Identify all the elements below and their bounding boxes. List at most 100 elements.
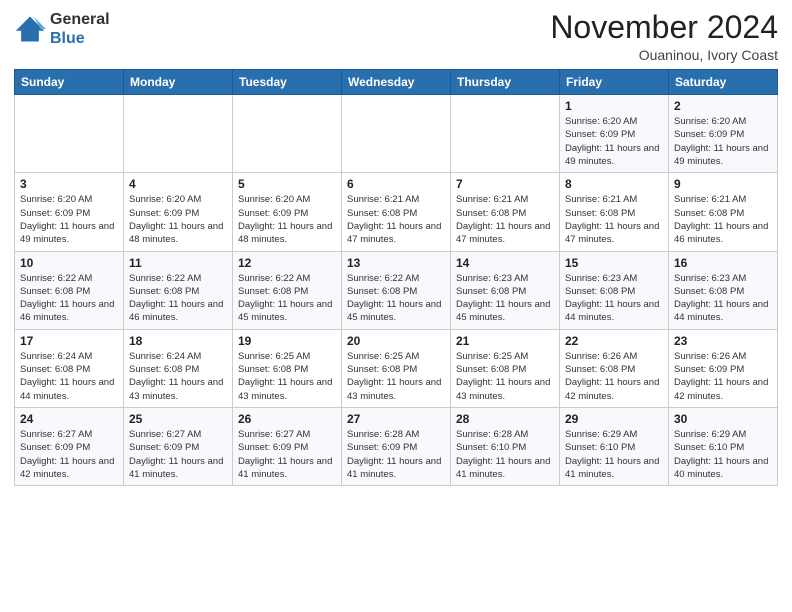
day-info: Sunrise: 6:22 AM Sunset: 6:08 PM Dayligh… bbox=[20, 272, 118, 325]
calendar-cell bbox=[233, 95, 342, 173]
day-info: Sunrise: 6:20 AM Sunset: 6:09 PM Dayligh… bbox=[674, 115, 772, 168]
day-info: Sunrise: 6:22 AM Sunset: 6:08 PM Dayligh… bbox=[347, 272, 445, 325]
day-number: 3 bbox=[20, 177, 118, 191]
day-header: Sunday bbox=[15, 70, 124, 95]
day-number: 7 bbox=[456, 177, 554, 191]
day-info: Sunrise: 6:23 AM Sunset: 6:08 PM Dayligh… bbox=[456, 272, 554, 325]
day-info: Sunrise: 6:22 AM Sunset: 6:08 PM Dayligh… bbox=[238, 272, 336, 325]
day-info: Sunrise: 6:25 AM Sunset: 6:08 PM Dayligh… bbox=[347, 350, 445, 403]
calendar-cell: 20Sunrise: 6:25 AM Sunset: 6:08 PM Dayli… bbox=[342, 329, 451, 407]
day-info: Sunrise: 6:27 AM Sunset: 6:09 PM Dayligh… bbox=[129, 428, 227, 481]
day-info: Sunrise: 6:28 AM Sunset: 6:09 PM Dayligh… bbox=[347, 428, 445, 481]
header: General Blue November 2024 Ouaninou, Ivo… bbox=[14, 10, 778, 63]
day-number: 12 bbox=[238, 256, 336, 270]
day-number: 8 bbox=[565, 177, 663, 191]
calendar-week-row: 3 Sunrise: 6:20 AM Sunset: 6:09 PM Daylig… bbox=[15, 173, 778, 251]
day-number: 11 bbox=[129, 256, 227, 270]
day-info: Sunrise: 6:20 AM Sunset: 6:09 PM Dayligh… bbox=[238, 193, 336, 246]
calendar-cell: 26Sunrise: 6:27 AM Sunset: 6:09 PM Dayli… bbox=[233, 407, 342, 485]
day-number: 5 bbox=[238, 177, 336, 191]
day-header: Monday bbox=[124, 70, 233, 95]
day-number: 4 bbox=[129, 177, 227, 191]
header-right: November 2024 Ouaninou, Ivory Coast bbox=[550, 10, 778, 63]
calendar-cell bbox=[451, 95, 560, 173]
day-info: Sunrise: 6:20 AM Sunset: 6:09 PM Dayligh… bbox=[129, 193, 227, 246]
calendar-cell bbox=[15, 95, 124, 173]
day-number: 24 bbox=[20, 412, 118, 426]
calendar-cell: 23 Sunrise: 6:26 AM Sunset: 6:09 PM Dayli… bbox=[669, 329, 778, 407]
day-info: Sunrise: 6:28 AM Sunset: 6:10 PM Dayligh… bbox=[456, 428, 554, 481]
calendar-cell: 28 Sunrise: 6:28 AM Sunset: 6:10 PM Dayli… bbox=[451, 407, 560, 485]
calendar-week-row: 17Sunrise: 6:24 AM Sunset: 6:08 PM Dayli… bbox=[15, 329, 778, 407]
calendar-cell: 12 Sunrise: 6:22 AM Sunset: 6:08 PM Dayli… bbox=[233, 251, 342, 329]
calendar-cell: 17Sunrise: 6:24 AM Sunset: 6:08 PM Dayli… bbox=[15, 329, 124, 407]
day-header: Thursday bbox=[451, 70, 560, 95]
day-number: 16 bbox=[674, 256, 772, 270]
calendar-cell: 13 Sunrise: 6:22 AM Sunset: 6:08 PM Dayli… bbox=[342, 251, 451, 329]
calendar-cell: 15Sunrise: 6:23 AM Sunset: 6:08 PM Dayli… bbox=[560, 251, 669, 329]
page: General Blue November 2024 Ouaninou, Ivo… bbox=[0, 0, 792, 612]
day-number: 22 bbox=[565, 334, 663, 348]
calendar-cell: 3 Sunrise: 6:20 AM Sunset: 6:09 PM Daylig… bbox=[15, 173, 124, 251]
calendar-cell: 10 Sunrise: 6:22 AM Sunset: 6:08 PM Dayli… bbox=[15, 251, 124, 329]
day-info: Sunrise: 6:24 AM Sunset: 6:08 PM Dayligh… bbox=[129, 350, 227, 403]
day-number: 28 bbox=[456, 412, 554, 426]
calendar-cell: 16 Sunrise: 6:23 AM Sunset: 6:08 PM Dayli… bbox=[669, 251, 778, 329]
day-info: Sunrise: 6:22 AM Sunset: 6:08 PM Dayligh… bbox=[129, 272, 227, 325]
calendar-cell: 9 Sunrise: 6:21 AM Sunset: 6:08 PM Daylig… bbox=[669, 173, 778, 251]
day-info: Sunrise: 6:21 AM Sunset: 6:08 PM Dayligh… bbox=[565, 193, 663, 246]
day-number: 1 bbox=[565, 99, 663, 113]
calendar-cell: 2 Sunrise: 6:20 AM Sunset: 6:09 PM Daylig… bbox=[669, 95, 778, 173]
month-title: November 2024 bbox=[550, 10, 778, 45]
calendar-cell: 22 Sunrise: 6:26 AM Sunset: 6:08 PM Dayli… bbox=[560, 329, 669, 407]
day-info: Sunrise: 6:23 AM Sunset: 6:08 PM Dayligh… bbox=[674, 272, 772, 325]
calendar-cell: 7Sunrise: 6:21 AM Sunset: 6:08 PM Daylig… bbox=[451, 173, 560, 251]
day-number: 19 bbox=[238, 334, 336, 348]
day-info: Sunrise: 6:21 AM Sunset: 6:08 PM Dayligh… bbox=[347, 193, 445, 246]
calendar-cell bbox=[342, 95, 451, 173]
calendar-cell: 29 Sunrise: 6:29 AM Sunset: 6:10 PM Dayli… bbox=[560, 407, 669, 485]
calendar-week-row: 10 Sunrise: 6:22 AM Sunset: 6:08 PM Dayli… bbox=[15, 251, 778, 329]
day-number: 9 bbox=[674, 177, 772, 191]
calendar-week-row: 1 Sunrise: 6:20 AM Sunset: 6:09 PM Daylig… bbox=[15, 95, 778, 173]
day-info: Sunrise: 6:20 AM Sunset: 6:09 PM Dayligh… bbox=[565, 115, 663, 168]
day-number: 6 bbox=[347, 177, 445, 191]
day-number: 23 bbox=[674, 334, 772, 348]
day-number: 10 bbox=[20, 256, 118, 270]
day-info: Sunrise: 6:26 AM Sunset: 6:09 PM Dayligh… bbox=[674, 350, 772, 403]
location: Ouaninou, Ivory Coast bbox=[550, 47, 778, 63]
day-info: Sunrise: 6:25 AM Sunset: 6:08 PM Dayligh… bbox=[238, 350, 336, 403]
day-number: 25 bbox=[129, 412, 227, 426]
calendar-cell: 27Sunrise: 6:28 AM Sunset: 6:09 PM Dayli… bbox=[342, 407, 451, 485]
day-info: Sunrise: 6:26 AM Sunset: 6:08 PM Dayligh… bbox=[565, 350, 663, 403]
calendar-table: SundayMondayTuesdayWednesdayThursdayFrid… bbox=[14, 69, 778, 486]
calendar-cell: 21 Sunrise: 6:25 AM Sunset: 6:08 PM Dayli… bbox=[451, 329, 560, 407]
day-number: 18 bbox=[129, 334, 227, 348]
logo-icon bbox=[14, 13, 46, 45]
day-info: Sunrise: 6:20 AM Sunset: 6:09 PM Dayligh… bbox=[20, 193, 118, 246]
day-number: 21 bbox=[456, 334, 554, 348]
calendar-cell: 11 Sunrise: 6:22 AM Sunset: 6:08 PM Dayli… bbox=[124, 251, 233, 329]
calendar-cell: 18 Sunrise: 6:24 AM Sunset: 6:08 PM Dayli… bbox=[124, 329, 233, 407]
logo-general: General bbox=[50, 10, 110, 29]
day-header: Saturday bbox=[669, 70, 778, 95]
day-number: 30 bbox=[674, 412, 772, 426]
calendar-header-row: SundayMondayTuesdayWednesdayThursdayFrid… bbox=[15, 70, 778, 95]
calendar-cell: 5 Sunrise: 6:20 AM Sunset: 6:09 PM Daylig… bbox=[233, 173, 342, 251]
day-info: Sunrise: 6:27 AM Sunset: 6:09 PM Dayligh… bbox=[238, 428, 336, 481]
day-header: Wednesday bbox=[342, 70, 451, 95]
day-header: Friday bbox=[560, 70, 669, 95]
calendar-cell: 25 Sunrise: 6:27 AM Sunset: 6:09 PM Dayli… bbox=[124, 407, 233, 485]
calendar-cell: 19 Sunrise: 6:25 AM Sunset: 6:08 PM Dayli… bbox=[233, 329, 342, 407]
day-number: 29 bbox=[565, 412, 663, 426]
day-info: Sunrise: 6:23 AM Sunset: 6:08 PM Dayligh… bbox=[565, 272, 663, 325]
calendar-cell: 14 Sunrise: 6:23 AM Sunset: 6:08 PM Dayli… bbox=[451, 251, 560, 329]
day-info: Sunrise: 6:29 AM Sunset: 6:10 PM Dayligh… bbox=[565, 428, 663, 481]
day-info: Sunrise: 6:25 AM Sunset: 6:08 PM Dayligh… bbox=[456, 350, 554, 403]
day-number: 2 bbox=[674, 99, 772, 113]
day-info: Sunrise: 6:21 AM Sunset: 6:08 PM Dayligh… bbox=[674, 193, 772, 246]
calendar-cell: 8 Sunrise: 6:21 AM Sunset: 6:08 PM Daylig… bbox=[560, 173, 669, 251]
day-number: 14 bbox=[456, 256, 554, 270]
calendar-cell: 1 Sunrise: 6:20 AM Sunset: 6:09 PM Daylig… bbox=[560, 95, 669, 173]
day-number: 13 bbox=[347, 256, 445, 270]
